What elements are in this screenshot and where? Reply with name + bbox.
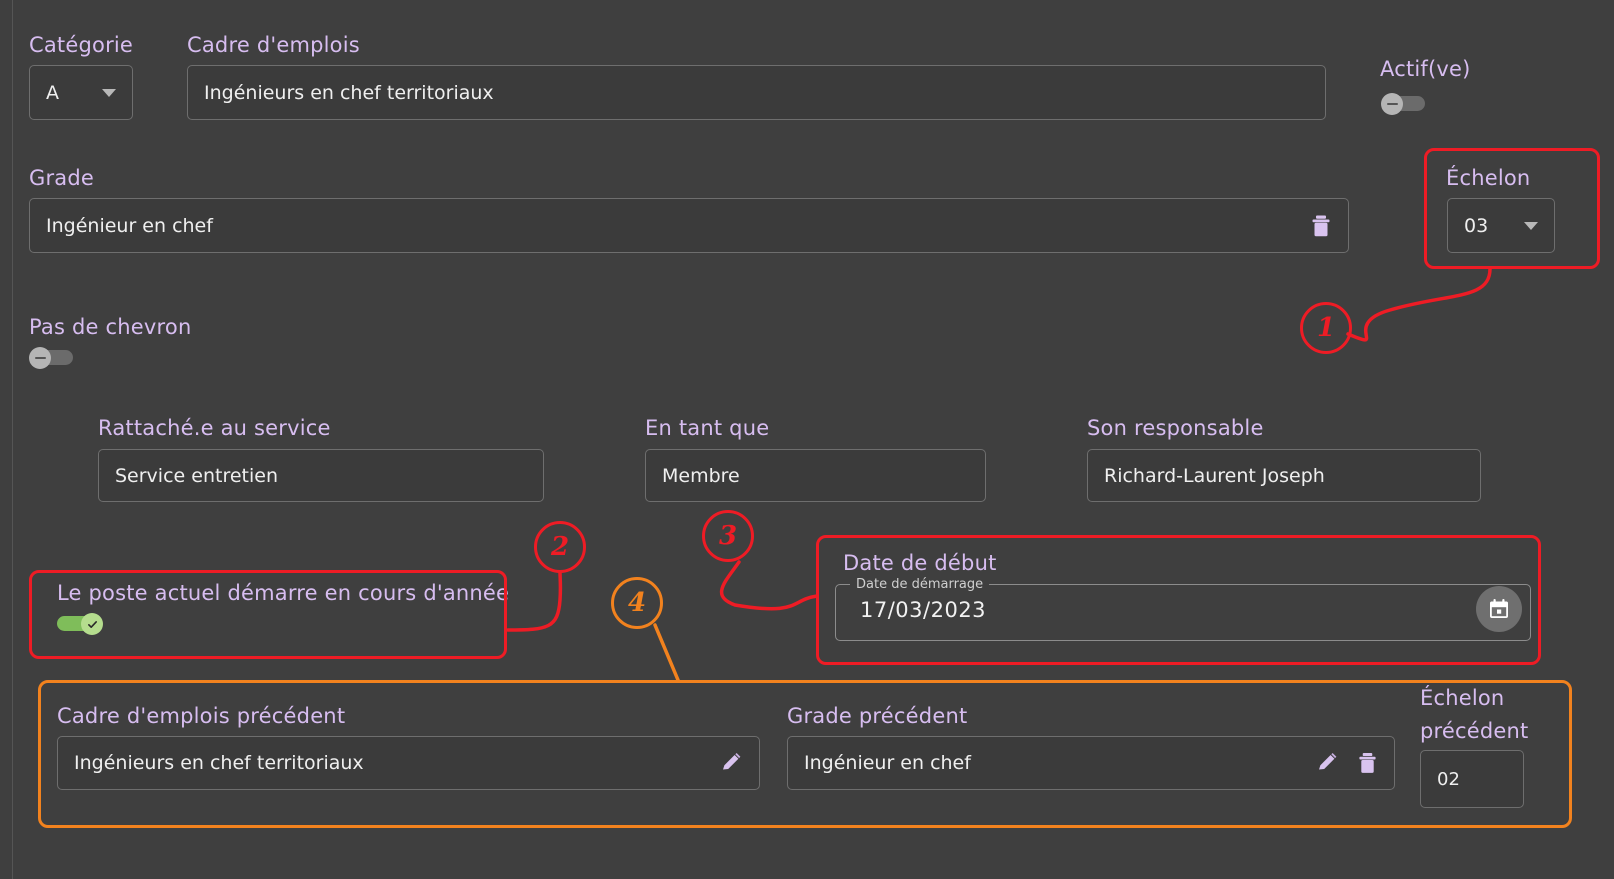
rattache-service-input[interactable]: Service entretien — [98, 449, 544, 502]
date-debut-label: Date de début — [843, 551, 997, 575]
trash-icon[interactable] — [1310, 214, 1332, 238]
date-debut-label-wrap: Date de début — [843, 551, 997, 576]
date-demarrage-value[interactable]: 17/03/2023 — [860, 598, 986, 622]
echelon-precedent-label-line1: Échelon — [1420, 686, 1505, 710]
grade-precedent-label: Grade précédent — [787, 704, 968, 728]
rattache-service-label: Rattaché.e au service — [98, 416, 331, 440]
minus-icon — [1386, 103, 1398, 105]
pencil-icon[interactable] — [719, 751, 743, 775]
actif-toggle-knob — [1381, 93, 1403, 115]
callout-4-number: 4 — [627, 588, 647, 618]
poste-en-cours-label: Le poste actuel démarre en cours d'année — [57, 581, 510, 605]
chevron-down-icon — [1524, 221, 1538, 230]
chevron-down-icon — [102, 88, 116, 97]
echelon-precedent-value: 02 — [1437, 768, 1460, 790]
son-responsable-label-wrap: Son responsable — [1087, 416, 1264, 441]
pas-de-chevron-toggle-knob — [29, 347, 51, 369]
categorie-label-wrap: Catégorie — [29, 33, 133, 58]
cadre-emplois-value: Ingénieurs en chef territoriaux — [204, 81, 494, 104]
echelon-label-wrap: Échelon — [1446, 166, 1530, 191]
actif-label: Actif(ve) — [1380, 57, 1471, 81]
echelon-label: Échelon — [1446, 166, 1531, 190]
grade-input[interactable]: Ingénieur en chef — [29, 198, 1349, 253]
cadre-emplois-precedent-value: Ingénieurs en chef territoriaux — [74, 752, 364, 774]
actif-toggle[interactable] — [1381, 93, 1427, 115]
grade-value: Ingénieur en chef — [46, 214, 213, 237]
grade-precedent-value: Ingénieur en chef — [804, 752, 971, 774]
grade-precedent-input[interactable]: Ingénieur en chef — [787, 736, 1395, 790]
son-responsable-value: Richard-Laurent Joseph — [1104, 464, 1325, 487]
en-tant-que-label: En tant que — [645, 416, 770, 440]
calendar-icon — [1490, 599, 1508, 618]
poste-en-cours-label-wrap: Le poste actuel démarre en cours d'année — [57, 581, 509, 606]
pas-de-chevron-toggle[interactable] — [29, 347, 75, 369]
en-tant-que-value: Membre — [662, 464, 740, 487]
callout-3: 3 — [702, 510, 754, 562]
echelon-precedent-input[interactable]: 02 — [1420, 750, 1524, 808]
categorie-value: A — [46, 81, 59, 104]
pas-de-chevron-label-wrap: Pas de chevron — [29, 315, 191, 340]
trash-icon[interactable] — [1357, 751, 1378, 775]
callout-1: 1 — [1300, 302, 1352, 354]
cadre-emplois-precedent-label: Cadre d'emplois précédent — [57, 704, 346, 728]
son-responsable-label: Son responsable — [1087, 416, 1264, 440]
callout-2-number: 2 — [550, 532, 570, 562]
callout-1-number: 1 — [1316, 313, 1336, 343]
grade-label-wrap: Grade — [29, 166, 94, 191]
grade-label: Grade — [29, 166, 95, 190]
grade-precedent-label-wrap: Grade précédent — [787, 704, 967, 729]
echelon-select[interactable]: 03 — [1447, 198, 1555, 253]
en-tant-que-label-wrap: En tant que — [645, 416, 769, 441]
son-responsable-input[interactable]: Richard-Laurent Joseph — [1087, 449, 1481, 502]
en-tant-que-input[interactable]: Membre — [645, 449, 986, 502]
minus-icon — [34, 357, 46, 359]
callout-3-number: 3 — [718, 521, 738, 551]
pas-de-chevron-label: Pas de chevron — [29, 315, 192, 339]
rattache-service-value: Service entretien — [115, 464, 278, 487]
actif-label-wrap: Actif(ve) — [1380, 57, 1471, 82]
cadre-emplois-label-wrap: Cadre d'emplois — [187, 33, 360, 58]
categorie-label: Catégorie — [29, 33, 134, 57]
echelon-precedent-label-line2: précédent — [1420, 719, 1529, 743]
callout-2: 2 — [534, 521, 586, 573]
left-divider-rail — [12, 0, 13, 879]
cadre-emplois-input[interactable]: Ingénieurs en chef territoriaux — [187, 65, 1326, 120]
date-demarrage-legend: Date de démarrage — [856, 577, 984, 592]
callout-4: 4 — [611, 577, 663, 629]
pencil-icon[interactable] — [1315, 751, 1339, 775]
poste-en-cours-toggle-knob — [81, 613, 103, 635]
form-page: Catégorie A Cadre d'emplois Ingénieurs e… — [0, 0, 1614, 879]
echelon-precedent-label-wrap: Échelon précédent — [1420, 686, 1528, 744]
check-icon — [87, 620, 97, 628]
poste-en-cours-toggle[interactable] — [57, 613, 103, 635]
rattache-service-label-wrap: Rattaché.e au service — [98, 416, 331, 441]
categorie-select[interactable]: A — [29, 65, 133, 120]
calendar-picker-button[interactable] — [1476, 586, 1522, 632]
cadre-emplois-precedent-label-wrap: Cadre d'emplois précédent — [57, 704, 345, 729]
echelon-value: 03 — [1464, 214, 1489, 237]
cadre-emplois-precedent-input[interactable]: Ingénieurs en chef territoriaux — [57, 736, 760, 790]
cadre-emplois-label: Cadre d'emplois — [187, 33, 360, 57]
